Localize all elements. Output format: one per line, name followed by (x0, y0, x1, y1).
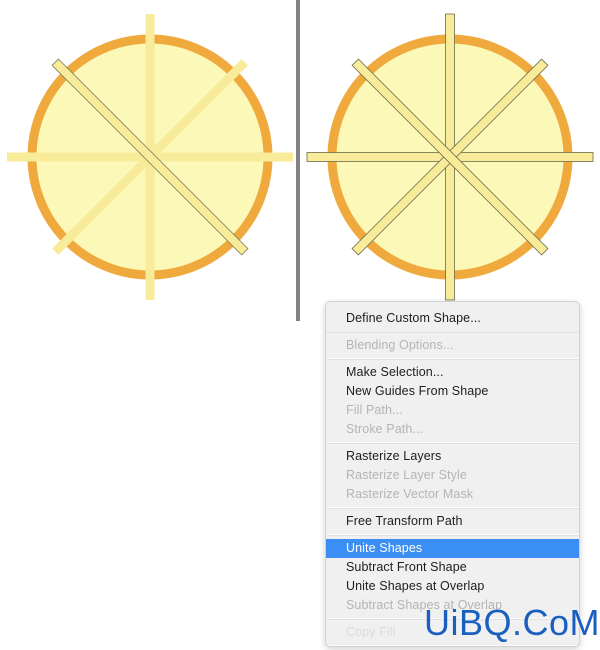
watermark-text: UiBQ.CoM (424, 602, 600, 643)
menu-item-new-guides-from-shape[interactable]: New Guides From Shape (326, 382, 579, 401)
after-unite-shapes-illustration (306, 13, 594, 301)
menu-group-rasterize-group: Rasterize Layers Rasterize Layer Style Ras… (326, 443, 579, 508)
menu-item-stroke-path: Stroke Path... (346, 422, 424, 436)
menu-item-free-transform-path[interactable]: Free Transform Path (326, 512, 579, 531)
menu-item-make-selection[interactable]: Make Selection... (326, 363, 579, 382)
bar-group (306, 13, 594, 301)
menu-group-define-group: Define Custom Shape... (326, 306, 579, 332)
bar-group (7, 14, 293, 300)
shape-preview-after (300, 0, 600, 310)
before-unite-shapes-illustration (7, 14, 293, 300)
menu-item-rasterize-layers[interactable]: Rasterize Layers (326, 447, 579, 466)
menu-item-define-custom-shape[interactable]: Define Custom Shape... (326, 309, 579, 328)
menu-item-blending-options: Blending Options... (346, 338, 454, 352)
menu-item-fill-path: Fill Path... (346, 403, 403, 417)
artboard-canvas: Define Custom Shape... Blending Options..… (0, 0, 600, 650)
menu-group-blending-group: Blending Options... (326, 332, 579, 359)
menu-item-subtract-front-shape[interactable]: Subtract Front Shape (326, 558, 579, 577)
menu-item-unite-shapes[interactable]: Unite Shapes (326, 539, 579, 558)
context-menu[interactable]: Define Custom Shape... Blending Options..… (325, 301, 580, 647)
menu-group-transform-group: Free Transform Path (326, 508, 579, 535)
shape-preview-before (0, 0, 300, 310)
menu-item-rasterize-layer-style: Rasterize Layer Style (346, 468, 467, 482)
menu-item-unite-shapes-at-overlap[interactable]: Unite Shapes at Overlap (326, 577, 579, 596)
menu-item-rasterize-vector-mask: Rasterize Vector Mask (346, 487, 474, 501)
menu-group-path-group: Make Selection... New Guides From Shape Fi… (326, 359, 579, 443)
